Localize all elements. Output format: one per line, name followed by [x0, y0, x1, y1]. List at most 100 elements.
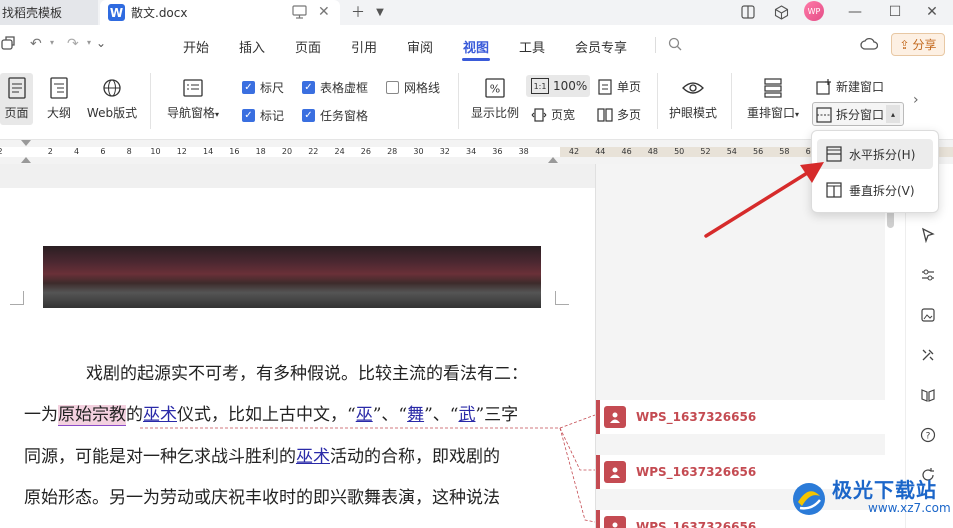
comment-card[interactable]: WPS_1637326656 — [596, 400, 885, 434]
redo-dropdown-icon[interactable]: ▾ — [87, 38, 91, 47]
document-image[interactable] — [43, 246, 541, 308]
window-layout-icon[interactable] — [738, 2, 758, 22]
ruler-tick-label: 2 — [47, 147, 53, 156]
ruler-tick-label: 10 — [150, 147, 161, 156]
page-view-label: 页面 — [4, 106, 29, 120]
comment-author: WPS_1637326656 — [636, 410, 757, 424]
outline-button[interactable]: 大纲 — [42, 76, 76, 121]
multi-page-label: 多页 — [617, 108, 642, 122]
tab-document[interactable]: W 散文.docx ✕ — [100, 0, 340, 25]
monitor-icon[interactable] — [292, 5, 307, 19]
tab-document-label: 散文.docx — [131, 6, 188, 20]
crop-mark-left — [10, 291, 24, 305]
image-icon[interactable] — [917, 304, 939, 326]
share-button[interactable]: ⇪ 分享 — [891, 33, 945, 56]
new-tab-icon[interactable]: ＋ — [348, 2, 368, 22]
first-indent-marker-icon[interactable] — [21, 140, 31, 146]
select-pointer-icon[interactable] — [917, 224, 939, 246]
tab-menu-chevron-icon[interactable]: ▼ — [370, 2, 390, 22]
horizontal-split-label: 水平拆分(H) — [849, 147, 916, 162]
menu-view[interactable]: 视图 — [463, 37, 489, 56]
ribbon-divider — [731, 73, 732, 129]
menu-home[interactable]: 开始 — [183, 37, 209, 56]
page-width-label: 页宽 — [551, 108, 576, 122]
tab-template[interactable]: 找稻壳模板 — [0, 0, 98, 25]
ruler-tick-label: 24 — [334, 147, 345, 156]
nav-pane-label: 导航窗格 — [166, 106, 215, 120]
quick-access-chevron-icon[interactable]: ⌄ — [96, 36, 106, 50]
watermark-logo-icon — [793, 483, 825, 515]
marks-checkbox[interactable]: ✓ 标记 — [242, 107, 284, 124]
outline-icon — [47, 76, 71, 100]
menu-references[interactable]: 引用 — [351, 37, 377, 56]
task-pane-checkbox[interactable]: ✓ 任务窗格 — [302, 107, 368, 124]
task-pane-label: 任务窗格 — [320, 109, 369, 123]
web-view-button[interactable]: Web版式 — [84, 76, 140, 121]
avatar[interactable]: WP — [804, 1, 824, 21]
maximize-icon[interactable]: ☐ — [885, 2, 905, 22]
eye-mode-button[interactable]: 护眼模式 — [666, 76, 720, 121]
ruler-tick-label: 46 — [621, 147, 632, 156]
tools-icon[interactable] — [917, 344, 939, 366]
paragraph-line-1[interactable]: 戏剧的起源实不可考，有多种假说。比较主流的看法有二： — [86, 362, 528, 386]
horizontal-split-option[interactable]: 水平拆分(H) — [817, 139, 933, 169]
new-window-button[interactable]: 新建窗口 — [816, 78, 884, 95]
watermark-title: 极光下载站 — [832, 478, 937, 502]
text-run: 一为 — [24, 405, 58, 425]
menu-tools[interactable]: 工具 — [519, 37, 545, 56]
menu-insert[interactable]: 插入 — [239, 37, 265, 56]
page-view-icon — [5, 76, 29, 100]
split-window-icon — [816, 106, 832, 123]
vertical-split-label: 垂直拆分(V) — [849, 183, 915, 198]
menu-review[interactable]: 审阅 — [407, 37, 433, 56]
menu-member[interactable]: 会员专享 — [575, 37, 627, 56]
gridlines-checkbox[interactable]: 网格线 — [386, 79, 440, 96]
tab-template-label: 找稻壳模板 — [2, 6, 63, 20]
ruler-tick-label: 8 — [126, 147, 132, 156]
cloud-icon[interactable] — [860, 36, 878, 52]
multi-page-button[interactable]: 多页 — [597, 106, 641, 123]
single-page-label: 单页 — [617, 80, 642, 94]
cube-icon[interactable] — [771, 2, 791, 22]
user-avatar-icon — [604, 516, 626, 528]
rearrange-window-button[interactable]: 重排窗口▾ — [742, 76, 804, 121]
ruler-tick-label: 38 — [518, 147, 529, 156]
undo-dropdown-icon[interactable]: ▾ — [50, 38, 54, 47]
ruler-tick-label: 48 — [647, 147, 658, 156]
ruler-checkbox[interactable]: ✓ 标尺 — [242, 79, 284, 96]
redo-icon[interactable]: ↷ — [67, 36, 79, 52]
ruler-tick-label: 4 — [74, 147, 80, 156]
ruler-tick-label: 6 — [100, 147, 106, 156]
nav-pane-chevron-icon: ▾ — [215, 110, 220, 119]
search-icon[interactable] — [668, 37, 682, 51]
zoom-button[interactable]: % 显示比例 — [468, 76, 522, 121]
ruler-tick-label: 14 — [203, 147, 214, 156]
split-window-button[interactable]: 拆分窗口 — [816, 106, 884, 123]
check-icon: ✓ — [242, 81, 255, 94]
split-window-chevron-icon[interactable]: ▴ — [886, 105, 900, 123]
help-icon[interactable]: ? — [917, 424, 939, 446]
commented-text[interactable]: 原始宗教 — [58, 405, 126, 426]
outline-label: 大纲 — [46, 106, 71, 120]
right-indent-marker-icon[interactable] — [548, 157, 558, 163]
undo-icon[interactable]: ↶ — [30, 36, 42, 52]
close-window-icon[interactable]: ✕ — [922, 2, 942, 22]
vertical-split-option[interactable]: 垂直拆分(V) — [817, 175, 933, 205]
one-to-one-icon: 1:1 — [531, 78, 549, 94]
minimize-icon[interactable]: — — [845, 2, 865, 22]
left-indent-marker-icon[interactable] — [21, 157, 31, 163]
menu-page[interactable]: 页面 — [295, 37, 321, 56]
settings-sliders-icon[interactable] — [917, 264, 939, 286]
page-view-button[interactable]: 页面 — [0, 76, 33, 121]
ribbon-scroll-right-icon[interactable]: › — [913, 92, 919, 108]
close-tab-icon[interactable]: ✕ — [318, 4, 330, 20]
ruler-tick-label: 30 — [413, 147, 424, 156]
zoom-label: 显示比例 — [470, 106, 519, 120]
table-gridlines-checkbox[interactable]: ✓ 表格虚框 — [302, 79, 368, 96]
single-page-button[interactable]: 单页 — [597, 78, 641, 95]
zoom-100-button[interactable]: 1:1 100% — [531, 78, 587, 94]
nav-pane-button[interactable]: 导航窗格▾ — [162, 76, 224, 121]
file-menu-icon[interactable] — [0, 36, 16, 52]
page-width-button[interactable]: 页宽 — [531, 106, 575, 123]
book-icon[interactable] — [917, 384, 939, 406]
